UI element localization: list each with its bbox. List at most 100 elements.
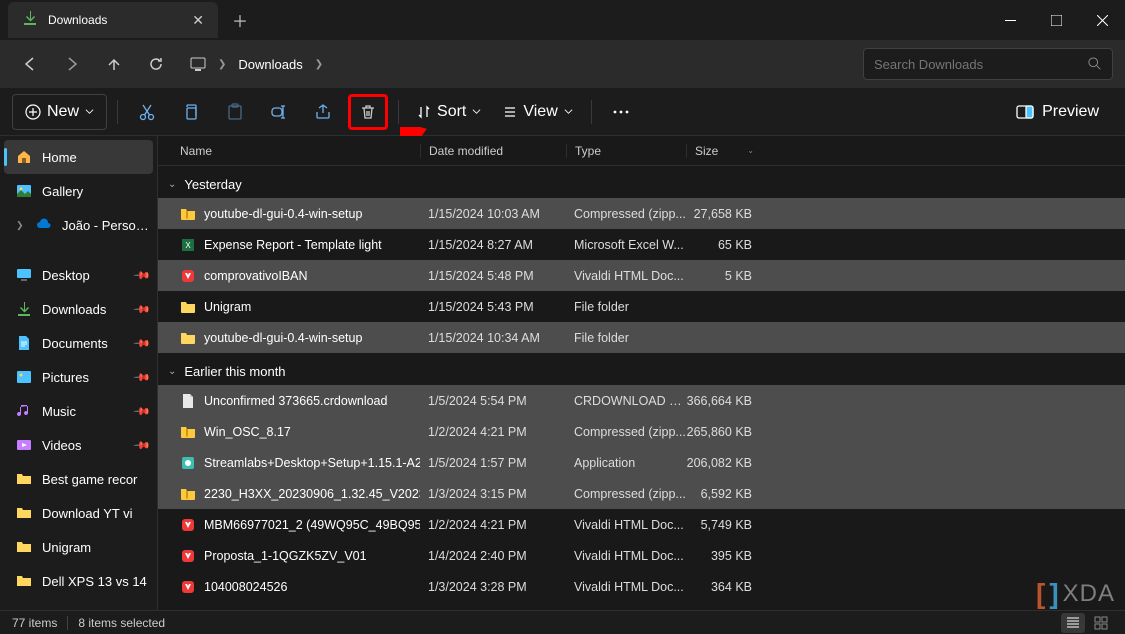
folder-icon [16,573,32,589]
file-date: 1/15/2024 5:48 PM [420,269,566,283]
file-row[interactable]: Streamlabs+Desktop+Setup+1.15.1-A2T2... … [158,447,1125,478]
file-name: Streamlabs+Desktop+Setup+1.15.1-A2T2... [204,456,420,470]
file-date: 1/5/2024 1:57 PM [420,456,566,470]
new-tab-button[interactable]: ＋ [218,2,262,38]
file-row[interactable]: MBM66977021_2 (49WQ95C_49BQ95C_49... 1/2… [158,509,1125,540]
column-name[interactable]: Name [158,144,420,158]
copy-button[interactable] [172,94,210,130]
file-row[interactable]: X Expense Report - Template light 1/15/20… [158,229,1125,260]
sidebar-label: Music [42,404,125,419]
sidebar-label: Pictures [42,370,125,385]
sort-button[interactable]: Sort [409,94,489,130]
pin-icon: 📌 [133,266,152,285]
sidebar-label: Videos [42,438,125,453]
new-label: New [47,103,79,121]
file-name: Proposta_1-1QGZK5ZV_V01 [204,549,367,563]
group-title: Yesterday [184,177,241,192]
sidebar-item-quick[interactable]: Pictures📌 [0,360,157,394]
file-type: Vivaldi HTML Doc... [566,518,686,532]
file-date: 1/2/2024 4:21 PM [420,518,566,532]
pin-icon: 📌 [133,402,152,421]
home-icon [16,149,32,165]
breadcrumb-item[interactable]: Downloads [238,57,302,72]
chevron-down-icon [472,107,481,116]
sidebar-label: Download YT vi [42,506,149,521]
sidebar-item-quick[interactable]: Best game recor [0,462,157,496]
file-row[interactable]: 104008024526 1/3/2024 3:28 PM Vivaldi HT… [158,571,1125,602]
sidebar-item-gallery[interactable]: Gallery [0,174,157,208]
active-tab[interactable]: Downloads ✕ [8,2,218,38]
sidebar-item-quick[interactable]: Dell XPS 13 vs 14 [0,564,157,598]
close-tab-button[interactable]: ✕ [192,12,204,29]
file-size: 27,658 KB [686,207,762,221]
file-row[interactable]: 2230_H3XX_20230906_1.32.45_V20231204 1/3… [158,478,1125,509]
preview-button[interactable]: Preview [1002,103,1113,121]
file-date: 1/15/2024 8:27 AM [420,238,566,252]
view-label: View [523,103,557,121]
file-list: Name Date modified Type Size⌄ ⌄ Yesterday… [158,136,1125,612]
file-size: 6,592 KB [686,487,762,501]
file-row[interactable]: youtube-dl-gui-0.4-win-setup 1/15/2024 1… [158,198,1125,229]
sidebar-label: Desktop [42,268,125,283]
minimize-button[interactable] [987,4,1033,36]
file-row[interactable]: Proposta_1-1QGZK5ZV_V01 1/4/2024 2:40 PM… [158,540,1125,571]
vivaldi-icon [180,268,196,284]
vivaldi-icon [180,579,196,595]
rename-button[interactable] [260,94,298,130]
folder-icon [16,403,32,419]
close-window-button[interactable] [1079,4,1125,36]
file-date: 1/5/2024 5:54 PM [420,394,566,408]
sidebar-item-quick[interactable]: Downloads📌 [0,292,157,326]
sidebar-item-quick[interactable]: Unigram [0,530,157,564]
share-button[interactable] [304,94,342,130]
sidebar-item-quick[interactable]: Videos📌 [0,428,157,462]
file-row[interactable]: Win_OSC_8.17 1/2/2024 4:21 PM Compressed… [158,416,1125,447]
sidebar-item-quick[interactable]: Documents📌 [0,326,157,360]
file-name: Expense Report - Template light [204,238,382,252]
group-header[interactable]: ⌄Earlier this month [158,357,1125,385]
file-type: File folder [566,331,686,345]
search-box[interactable] [863,48,1113,80]
file-date: 1/3/2024 3:15 PM [420,487,566,501]
new-button[interactable]: New [12,94,107,130]
details-view-button[interactable] [1061,613,1085,633]
file-row[interactable]: youtube-dl-gui-0.4-win-setup 1/15/2024 1… [158,322,1125,353]
svg-text:X: X [185,241,191,250]
refresh-button[interactable] [138,46,174,82]
paste-button[interactable] [216,94,254,130]
file-name: Win_OSC_8.17 [204,425,291,439]
column-date[interactable]: Date modified [420,144,566,158]
search-input[interactable] [874,57,1088,72]
sidebar-item-quick[interactable]: Download YT vi [0,496,157,530]
window-controls [987,4,1125,36]
breadcrumb[interactable]: ❯ Downloads ❯ [180,56,333,72]
back-button[interactable] [12,46,48,82]
sidebar-item-quick[interactable]: Music 📌 [0,394,157,428]
up-button[interactable] [96,46,132,82]
group-header[interactable]: ⌄ Yesterday [158,170,1125,198]
folder-icon [180,330,196,346]
file-row[interactable]: comprovativoIBAN 1/15/2024 5:48 PM Vival… [158,260,1125,291]
status-bar: 77 items 8 items selected [0,610,1125,634]
sidebar-item-quick[interactable]: Desktop 📌 [0,258,157,292]
file-date: 1/15/2024 10:03 AM [420,207,566,221]
column-type[interactable]: Type [566,144,686,158]
sidebar-item-onedrive[interactable]: ❯ João - Personal [0,208,157,242]
column-size[interactable]: Size⌄ [686,144,762,158]
thumbnails-view-button[interactable] [1089,613,1113,633]
file-row[interactable]: Unigram 1/15/2024 5:43 PM File folder [158,291,1125,322]
folder-icon [16,505,32,521]
file-name: comprovativoIBAN [204,269,308,283]
chevron-down-icon: ⌄ [168,179,176,190]
titlebar: Downloads ✕ ＋ [0,0,1125,40]
delete-button[interactable] [348,94,388,130]
cut-button[interactable] [128,94,166,130]
sidebar-item-home[interactable]: Home [4,140,153,174]
view-button[interactable]: View [495,94,580,130]
maximize-button[interactable] [1033,4,1079,36]
more-button[interactable] [602,94,640,130]
file-name: youtube-dl-gui-0.4-win-setup [204,207,362,221]
file-size: 5,749 KB [686,518,762,532]
file-row[interactable]: Unconfirmed 373665.crdownload 1/5/2024 5… [158,385,1125,416]
forward-button[interactable] [54,46,90,82]
